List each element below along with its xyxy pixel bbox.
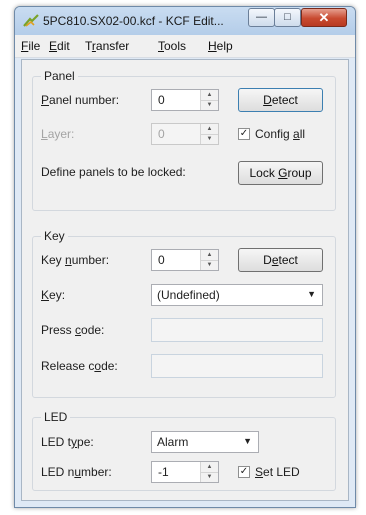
led-number-spinner[interactable]: -1 ▲ ▼ [151, 461, 219, 483]
chevron-down-icon: ▼ [243, 436, 252, 446]
panel-number-value: 0 [158, 93, 165, 107]
minimize-button[interactable]: — [248, 8, 275, 27]
kcf-editor-window: 5PC810.SX02-00.kcf - KCF Edit... — □ ✕ F… [14, 6, 356, 508]
minimize-icon: — [256, 11, 267, 23]
layer-value: 0 [158, 127, 165, 141]
close-icon: ✕ [318, 10, 330, 25]
key-number-label: Key number: [41, 253, 110, 267]
led-group: LED LED type: Alarm ▼ LED number: -1 ▲ ▼… [32, 410, 336, 491]
spin-down-icon[interactable]: ▼ [201, 100, 218, 110]
lock-group-button[interactable]: Lock Group [238, 161, 323, 185]
led-group-title: LED [41, 410, 71, 424]
maximize-button[interactable]: □ [274, 8, 301, 27]
layer-spinner[interactable]: 0 ▲ ▼ [151, 123, 219, 145]
menu-tools[interactable]: Tools [158, 39, 186, 53]
key-number-value: 0 [158, 253, 165, 267]
menu-bar: File Edit Transfer Tools Help [15, 35, 355, 58]
release-code-label: Release code: [41, 359, 118, 373]
title-bar[interactable]: 5PC810.SX02-00.kcf - KCF Edit... — □ ✕ [15, 7, 355, 35]
key-number-spinner[interactable]: 0 ▲ ▼ [151, 249, 219, 271]
spin-down-icon[interactable]: ▼ [201, 134, 218, 144]
key-label: Key: [41, 288, 66, 302]
key-group: Key Key number: 0 ▲ ▼ Detect Key: (Undef… [32, 229, 336, 398]
menu-file[interactable]: File [21, 39, 40, 53]
window-title: 5PC810.SX02-00.kcf - KCF Edit... [43, 14, 224, 28]
panel-detect-button[interactable]: Detect [238, 88, 323, 112]
config-all-checkbox[interactable]: ✓ [238, 128, 250, 140]
menu-transfer[interactable]: Transfer [85, 39, 129, 53]
key-detect-button[interactable]: Detect [238, 248, 323, 272]
menu-help[interactable]: Help [208, 39, 233, 53]
maximize-icon: □ [284, 11, 291, 23]
config-all-label[interactable]: Config all [255, 127, 305, 141]
panel-number-label: Panel number: [41, 93, 120, 107]
layer-label: Layer: [41, 127, 75, 141]
menu-edit[interactable]: Edit [49, 39, 70, 53]
led-number-label: LED number: [41, 465, 112, 479]
key-dropdown-value: (Undefined) [157, 288, 220, 302]
led-number-value: -1 [158, 465, 169, 479]
panel-group: Panel Panel number: 0 ▲ ▼ Detect Layer: … [32, 69, 336, 211]
chevron-down-icon: ▼ [307, 289, 316, 299]
press-code-label: Press code: [41, 323, 105, 337]
dialog-body: Panel Panel number: 0 ▲ ▼ Detect Layer: … [21, 59, 349, 501]
led-type-dropdown[interactable]: Alarm ▼ [151, 431, 259, 453]
spin-down-icon[interactable]: ▼ [201, 260, 218, 270]
app-icon [23, 14, 39, 27]
spin-down-icon[interactable]: ▼ [201, 472, 218, 482]
panel-group-title: Panel [41, 69, 78, 83]
led-type-label: LED type: [41, 435, 94, 449]
set-led-checkbox[interactable]: ✓ [238, 466, 250, 478]
led-type-value: Alarm [157, 435, 189, 449]
checkmark-icon: ✓ [239, 128, 249, 139]
checkmark-icon: ✓ [239, 466, 249, 477]
key-dropdown[interactable]: (Undefined) ▼ [151, 284, 323, 306]
close-button[interactable]: ✕ [301, 8, 347, 27]
key-group-title: Key [41, 229, 68, 243]
press-code-field[interactable] [151, 318, 323, 342]
lock-panels-label: Define panels to be locked: [41, 165, 186, 179]
set-led-label[interactable]: Set LED [255, 465, 300, 479]
release-code-field[interactable] [151, 354, 323, 378]
panel-number-spinner[interactable]: 0 ▲ ▼ [151, 89, 219, 111]
